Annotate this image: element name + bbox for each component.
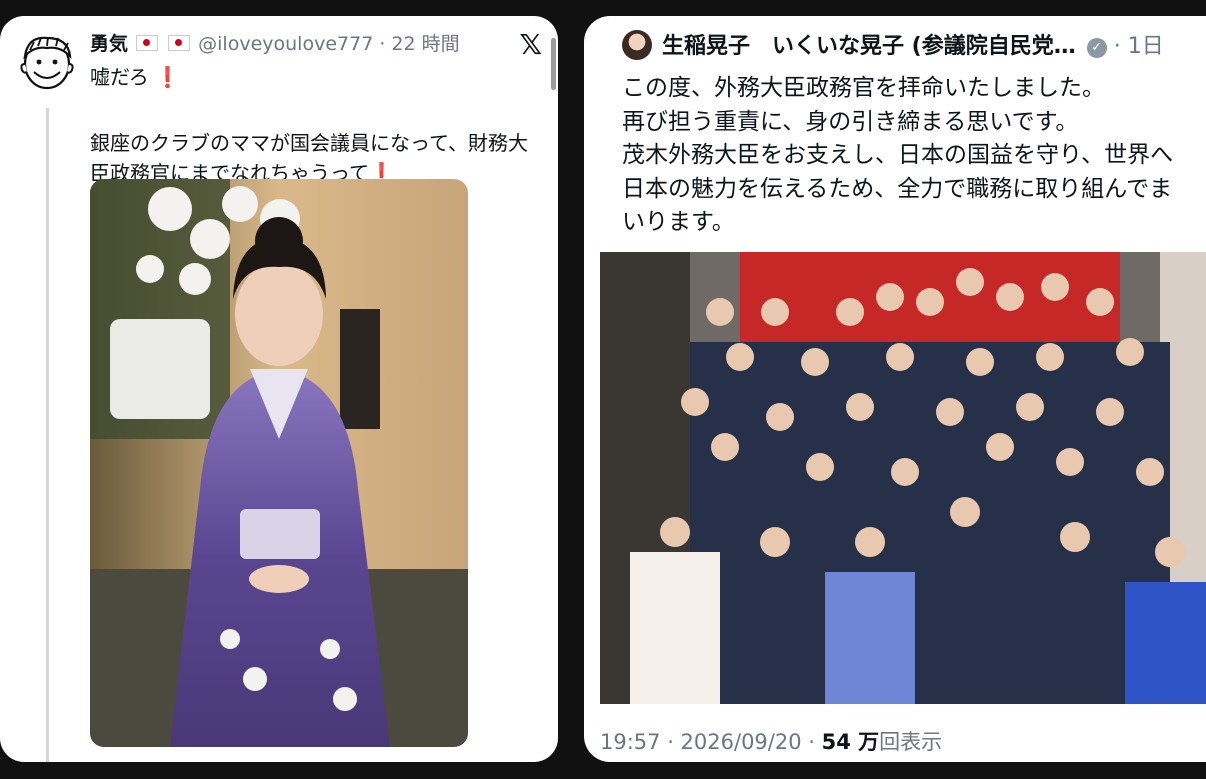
- tweet-text: 嘘だろ ❗: [90, 61, 180, 90]
- timestamp[interactable]: 1日: [1128, 34, 1164, 59]
- handle[interactable]: @iloveyoulove777: [198, 33, 373, 55]
- x-logo-icon[interactable]: 𝕏: [519, 28, 542, 61]
- tweet-text-line: いります。: [622, 209, 735, 235]
- tweet-text-line: 再び担う重責に、身の引き締まる思いです。: [622, 108, 1079, 135]
- post-datetime[interactable]: 19:57 · 2026/09/20 ·: [600, 730, 822, 754]
- kimono-photo[interactable]: [90, 179, 468, 747]
- tweet-header: 生稲晃子 いくいな晃子 (参議院自民党… ✓ · 1日: [662, 34, 1164, 59]
- right-tweet-card[interactable]: 生稲晃子 いくいな晃子 (参議院自民党… ✓ · 1日 この度、外務大臣政務官を…: [584, 16, 1206, 762]
- avatar[interactable]: [16, 30, 78, 92]
- quoted-text-line: 銀座のクラブのママが国会議員になって、財務大: [90, 131, 528, 155]
- tweet-footer: 19:57 · 2026/09/20 · 54 万回表示: [600, 726, 942, 756]
- group-photo[interactable]: [600, 252, 1206, 704]
- avatar[interactable]: [622, 30, 652, 60]
- tweet-text-line: 日本の魅力を伝えるため、全力で職務に取り組んでま: [622, 175, 1173, 202]
- verified-badge-icon: ✓: [1086, 38, 1107, 58]
- tweet-text-line: 茂木外務大臣をお支えし、日本の国益を守り、世界へ: [622, 142, 1174, 168]
- japan-flag-icon: [136, 35, 159, 51]
- views-label: 回表示: [879, 730, 943, 754]
- japan-flag-icon: [168, 35, 191, 51]
- scrollbar[interactable]: [551, 38, 556, 90]
- tweet-text-content: 嘘だろ: [90, 65, 149, 89]
- left-tweet-card[interactable]: 勇気 @iloveyoulove777 · 22 時間 𝕏 嘘だろ ❗ 銀座のク…: [0, 16, 558, 762]
- thread-line: [46, 108, 49, 762]
- timestamp[interactable]: 22 時間: [391, 33, 459, 55]
- display-name[interactable]: 生稲晃子 いくいな晃子 (参議院自民党…: [662, 34, 1076, 59]
- display-name[interactable]: 勇気: [90, 33, 128, 55]
- tweet-header: 勇気 @iloveyoulove777 · 22 時間: [90, 33, 460, 55]
- view-count: 54 万: [821, 730, 880, 754]
- exclamation-icon: ❗: [155, 65, 181, 89]
- tweet-text: この度、外務大臣政務官を拝命いたしました。 再び担う重責に、身の引き締まる思いで…: [622, 72, 1206, 240]
- tweet-text-line: この度、外務大臣政務官を拝命いたしました。: [622, 75, 1105, 101]
